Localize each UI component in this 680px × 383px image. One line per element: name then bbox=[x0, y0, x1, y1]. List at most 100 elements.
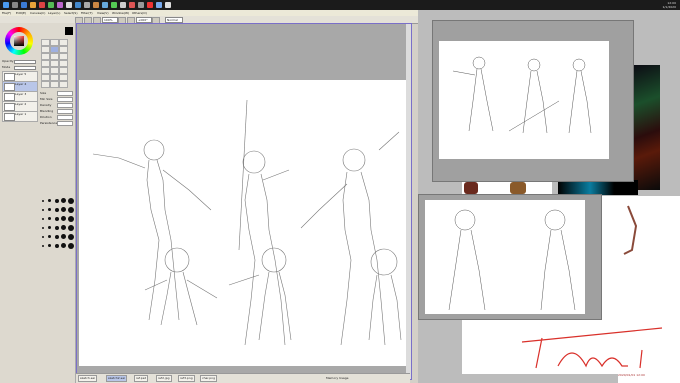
menu-file[interactable]: File(F) bbox=[2, 11, 11, 15]
doc-tab[interactable]: char.png bbox=[200, 375, 218, 382]
handwriting-note[interactable] bbox=[462, 320, 680, 374]
mode-slider[interactable]: Mode bbox=[2, 65, 36, 70]
menu-canvas[interactable]: Canvas(C) bbox=[30, 11, 45, 15]
brush-size-preset[interactable] bbox=[67, 242, 74, 249]
app-icon-2[interactable] bbox=[48, 2, 54, 8]
tool-bucket[interactable] bbox=[41, 60, 50, 67]
doc-tab[interactable]: sketch.sai bbox=[78, 375, 97, 382]
doc-tab[interactable]: ref3.png bbox=[178, 375, 195, 382]
brush-size-preset[interactable] bbox=[41, 208, 44, 211]
tool-custom-9[interactable] bbox=[59, 81, 68, 88]
app-icon-13[interactable] bbox=[156, 2, 162, 8]
app-icon-8[interactable] bbox=[111, 2, 117, 8]
brush-size-preset[interactable] bbox=[67, 206, 74, 213]
tool-pencil-selected[interactable] bbox=[50, 46, 59, 53]
brush-size-preset[interactable] bbox=[54, 243, 59, 248]
app-icon-6[interactable] bbox=[93, 2, 99, 8]
prop-persistence[interactable]: Persistence bbox=[40, 121, 73, 126]
start-icon[interactable] bbox=[3, 2, 9, 8]
prop-min-size[interactable]: Min Size bbox=[40, 97, 73, 102]
reference-window-2[interactable] bbox=[418, 194, 602, 320]
tool-custom-1[interactable] bbox=[41, 67, 50, 74]
tool-blur[interactable] bbox=[59, 60, 68, 67]
brush-size-preset[interactable] bbox=[54, 225, 59, 230]
canvas-viewport[interactable] bbox=[76, 23, 412, 380]
menu-view[interactable]: View(V) bbox=[97, 11, 109, 15]
tool-marker[interactable] bbox=[59, 46, 68, 53]
reference-artwork-panel[interactable] bbox=[462, 180, 552, 195]
color-wheel[interactable] bbox=[5, 27, 33, 55]
tool-custom-6[interactable] bbox=[59, 74, 68, 81]
reference-artwork-dark[interactable] bbox=[558, 180, 638, 195]
tool-brush[interactable] bbox=[59, 39, 68, 46]
brush-size-preset[interactable] bbox=[41, 235, 44, 238]
browser-icon[interactable] bbox=[21, 2, 27, 8]
brush-size-preset[interactable] bbox=[61, 243, 66, 248]
brush-size-preset[interactable] bbox=[41, 217, 44, 220]
doc-tab[interactable]: ref.psd bbox=[134, 375, 149, 382]
tool-custom-8[interactable] bbox=[50, 81, 59, 88]
layer-item[interactable]: Layer 1 bbox=[2, 111, 38, 122]
doc-tab-active[interactable]: sketch2.sai bbox=[106, 375, 127, 382]
brush-size-preset[interactable] bbox=[67, 224, 74, 231]
reference-artwork-colored[interactable] bbox=[634, 65, 660, 190]
search-icon[interactable] bbox=[12, 2, 18, 8]
menu-others[interactable]: Others(O) bbox=[132, 11, 147, 15]
sai-taskbar-icon[interactable] bbox=[66, 2, 72, 8]
tool-select-eraser[interactable] bbox=[59, 53, 68, 60]
brush-size-preset[interactable] bbox=[61, 234, 66, 239]
app-icon-4[interactable] bbox=[75, 2, 81, 8]
menu-filter[interactable]: Filter(T) bbox=[81, 11, 93, 15]
vertical-scrollbar[interactable] bbox=[406, 24, 411, 379]
app-icon-5[interactable] bbox=[84, 2, 90, 8]
prop-blending[interactable]: Blending bbox=[40, 109, 73, 114]
prop-size-value[interactable] bbox=[57, 91, 73, 96]
app-icon-7[interactable] bbox=[102, 2, 108, 8]
app-icon-9[interactable] bbox=[120, 2, 126, 8]
primary-color-swatch[interactable] bbox=[65, 27, 73, 35]
brush-size-preset[interactable] bbox=[67, 215, 74, 222]
app-icon-11[interactable] bbox=[138, 2, 144, 8]
brush-size-preset[interactable] bbox=[48, 226, 51, 229]
drawing-canvas[interactable] bbox=[79, 80, 407, 366]
tool-custom-5[interactable] bbox=[50, 74, 59, 81]
tool-binary-pen[interactable] bbox=[50, 60, 59, 67]
brush-size-preset[interactable] bbox=[67, 197, 74, 204]
reference-window-1[interactable] bbox=[432, 20, 634, 182]
brush-size-preset[interactable] bbox=[41, 244, 44, 247]
folder-icon[interactable] bbox=[30, 2, 36, 8]
prop-min-size-value[interactable] bbox=[57, 97, 73, 102]
tool-custom-3[interactable] bbox=[59, 67, 68, 74]
app-icon[interactable] bbox=[39, 2, 45, 8]
doc-tab[interactable]: ref2.jpg bbox=[156, 375, 172, 382]
app-icon-10[interactable] bbox=[129, 2, 135, 8]
prop-density-value[interactable] bbox=[57, 103, 73, 108]
tool-airbrush[interactable] bbox=[50, 39, 59, 46]
app-icon-3[interactable] bbox=[57, 2, 63, 8]
menu-layer[interactable]: Layer(L) bbox=[48, 11, 60, 15]
prop-density[interactable]: Density bbox=[40, 103, 73, 108]
tool-select-pen[interactable] bbox=[50, 53, 59, 60]
tool-pen[interactable] bbox=[41, 39, 50, 46]
opacity-bar[interactable] bbox=[14, 60, 36, 64]
brush-size-preset[interactable] bbox=[48, 244, 51, 247]
tool-custom-7[interactable] bbox=[41, 81, 50, 88]
opacity-slider[interactable]: Opacity bbox=[2, 59, 36, 64]
mode-bar[interactable] bbox=[14, 66, 36, 70]
prop-blending-value[interactable] bbox=[57, 109, 73, 114]
brush-size-preset[interactable] bbox=[61, 216, 66, 221]
menu-select[interactable]: Select(S) bbox=[64, 11, 78, 15]
brush-size-preset[interactable] bbox=[61, 207, 66, 212]
brush-size-preset[interactable] bbox=[61, 225, 66, 230]
saturation-value-square[interactable] bbox=[14, 36, 24, 46]
brush-size-preset[interactable] bbox=[41, 199, 44, 202]
brush-size-preset[interactable] bbox=[54, 234, 59, 239]
tool-eraser[interactable] bbox=[41, 53, 50, 60]
tool-custom-4[interactable] bbox=[41, 74, 50, 81]
brush-size-preset[interactable] bbox=[48, 208, 51, 211]
brush-size-preset[interactable] bbox=[54, 216, 59, 221]
tool-custom-2[interactable] bbox=[50, 67, 59, 74]
app-icon-12[interactable] bbox=[147, 2, 153, 8]
brush-size-preset[interactable] bbox=[48, 217, 51, 220]
brush-size-preset[interactable] bbox=[48, 235, 51, 238]
